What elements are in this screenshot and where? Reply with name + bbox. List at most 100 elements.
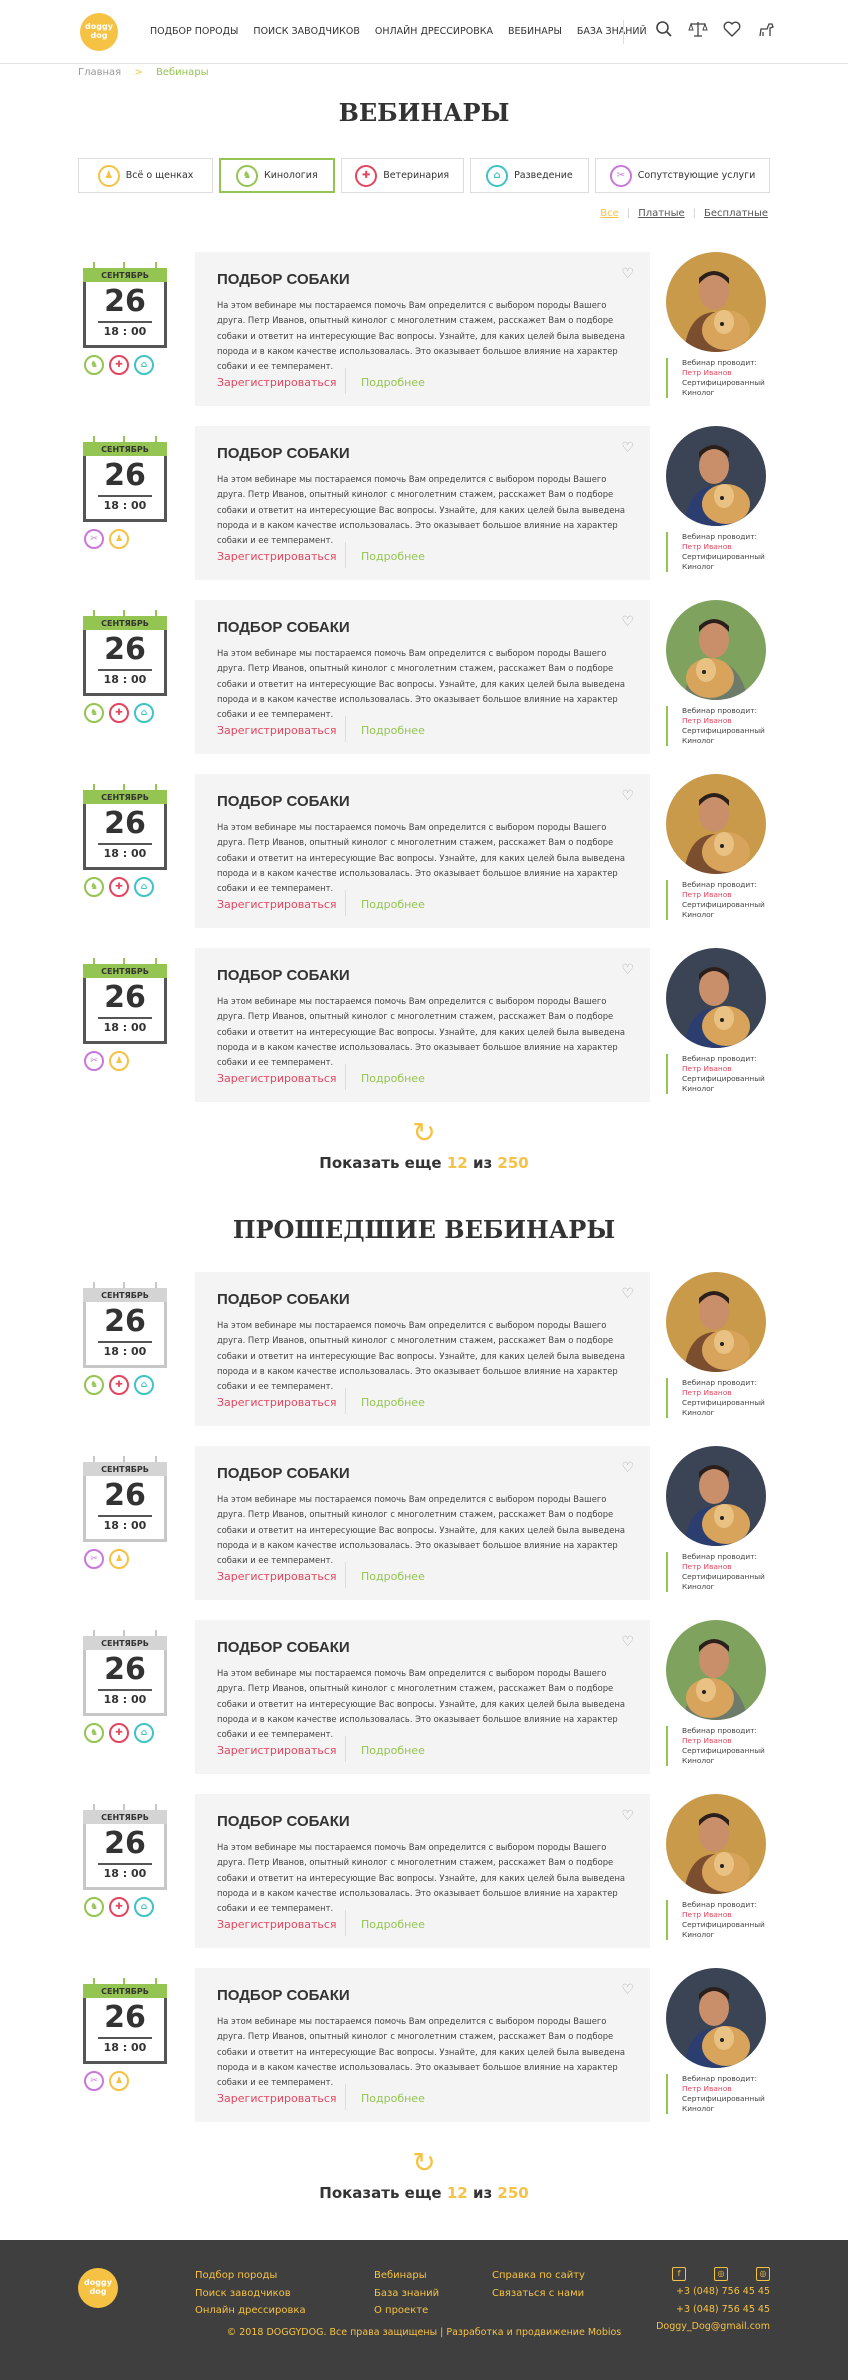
vet-icon[interactable]: ✚ — [109, 1375, 129, 1395]
webinar-title[interactable]: ПОДБОР СОБАКИ — [217, 1813, 350, 1830]
breeding-house-icon[interactable]: ⌂ — [134, 355, 154, 375]
footer-link[interactable]: Связаться с нами — [492, 2285, 585, 2303]
breeding-house-icon[interactable]: ⌂ — [134, 1897, 154, 1917]
dog-training-icon[interactable]: ♞ — [84, 1723, 104, 1743]
filter-free[interactable]: Бесплатные — [704, 208, 768, 219]
puppy-icon[interactable]: ♟ — [109, 1549, 129, 1569]
host-photo[interactable] — [666, 252, 766, 352]
vet-icon[interactable]: ✚ — [109, 355, 129, 375]
services-icon[interactable]: ✂ — [84, 529, 104, 549]
vet-icon[interactable]: ✚ — [109, 1897, 129, 1917]
breeding-house-icon[interactable]: ⌂ — [134, 703, 154, 723]
services-icon[interactable]: ✂ — [84, 1051, 104, 1071]
dog-training-icon[interactable]: ♞ — [84, 1897, 104, 1917]
favorite-heart-icon[interactable]: ♡ — [621, 1982, 634, 1998]
register-link[interactable]: Зарегистрироваться — [217, 1570, 337, 1583]
host-photo[interactable] — [666, 426, 766, 526]
filter-paid[interactable]: Платные — [638, 208, 684, 219]
breeding-house-icon[interactable]: ⌂ — [134, 1375, 154, 1395]
vet-icon[interactable]: ✚ — [109, 1723, 129, 1743]
register-link[interactable]: Зарегистрироваться — [217, 1072, 337, 1085]
host-name[interactable]: Петр Иванов — [682, 2084, 770, 2094]
webinar-title[interactable]: ПОДБОР СОБАКИ — [217, 967, 350, 984]
load-more-upcoming[interactable]: ↻ Показать еще 12 из 250 — [0, 1118, 848, 1173]
details-link[interactable]: Подробнее — [361, 550, 425, 563]
favorite-heart-icon[interactable]: ♡ — [621, 1808, 634, 1824]
details-link[interactable]: Подробнее — [361, 1072, 425, 1085]
footer-link[interactable]: Подбор породы — [195, 2267, 306, 2285]
instagram-icon[interactable]: ◎ — [756, 2267, 770, 2281]
host-name[interactable]: Петр Иванов — [682, 1736, 770, 1746]
register-link[interactable]: Зарегистрироваться — [217, 1918, 337, 1931]
footer-link[interactable]: База знаний — [374, 2285, 439, 2303]
site-logo[interactable]: doggy dog — [80, 13, 118, 51]
host-photo[interactable] — [666, 600, 766, 700]
host-photo[interactable] — [666, 774, 766, 874]
register-link[interactable]: Зарегистрироваться — [217, 550, 337, 563]
vet-icon[interactable]: ✚ — [109, 877, 129, 897]
details-link[interactable]: Подробнее — [361, 1570, 425, 1583]
register-link[interactable]: Зарегистрироваться — [217, 1744, 337, 1757]
webinar-title[interactable]: ПОДБОР СОБАКИ — [217, 271, 350, 288]
register-link[interactable]: Зарегистрироваться — [217, 1396, 337, 1409]
register-link[interactable]: Зарегистрироваться — [217, 2092, 337, 2105]
webinar-title[interactable]: ПОДБОР СОБАКИ — [217, 793, 350, 810]
host-photo[interactable] — [666, 1446, 766, 1546]
footer-link[interactable]: О проекте — [374, 2302, 439, 2320]
nav-item-breeder-search[interactable]: ПОИСК ЗАВОДЧИКОВ — [253, 26, 360, 37]
category-tab[interactable]: ⌂ Разведение — [469, 158, 590, 193]
services-icon[interactable]: ✂ — [84, 2071, 104, 2091]
footer-link[interactable]: Поиск заводчиков — [195, 2285, 306, 2303]
breeding-house-icon[interactable]: ⌂ — [134, 1723, 154, 1743]
favorite-heart-icon[interactable]: ♡ — [621, 266, 634, 282]
footer-link[interactable]: Справка по сайту — [492, 2267, 585, 2285]
details-link[interactable]: Подробнее — [361, 724, 425, 737]
instagram-icon[interactable]: ◎ — [714, 2267, 728, 2281]
nav-item-breed-selection[interactable]: ПОДБОР ПОРОДЫ — [150, 26, 238, 37]
footer-phone[interactable]: +3 (048) 756 45 45 — [656, 2301, 770, 2319]
category-tab[interactable]: ✂ Сопутствующие услуги — [595, 158, 771, 193]
webinar-title[interactable]: ПОДБОР СОБАКИ — [217, 1465, 350, 1482]
webinar-title[interactable]: ПОДБОР СОБАКИ — [217, 445, 350, 462]
dog-training-icon[interactable]: ♞ — [84, 703, 104, 723]
vet-icon[interactable]: ✚ — [109, 703, 129, 723]
scales-icon[interactable] — [684, 20, 712, 44]
host-name[interactable]: Петр Иванов — [682, 1064, 770, 1074]
favorite-heart-icon[interactable]: ♡ — [621, 1460, 634, 1476]
host-name[interactable]: Петр Иванов — [682, 542, 770, 552]
details-link[interactable]: Подробнее — [361, 2092, 425, 2105]
webinar-title[interactable]: ПОДБОР СОБАКИ — [217, 1639, 350, 1656]
host-name[interactable]: Петр Иванов — [682, 1388, 770, 1398]
nav-item-webinars[interactable]: ВЕБИНАРЫ — [508, 26, 562, 37]
host-name[interactable]: Петр Иванов — [682, 716, 770, 726]
heart-icon[interactable] — [718, 20, 746, 44]
footer-logo[interactable]: doggy dog — [78, 2268, 118, 2308]
favorite-heart-icon[interactable]: ♡ — [621, 440, 634, 456]
host-name[interactable]: Петр Иванов — [682, 1910, 770, 1920]
category-tab[interactable]: ✚ Ветеринария — [340, 158, 464, 193]
favorite-heart-icon[interactable]: ♡ — [621, 788, 634, 804]
host-name[interactable]: Петр Иванов — [682, 890, 770, 900]
host-photo[interactable] — [666, 1794, 766, 1894]
puppy-icon[interactable]: ♟ — [109, 529, 129, 549]
footer-phone[interactable]: +3 (048) 756 45 45 — [656, 2283, 770, 2301]
facebook-icon[interactable]: f — [672, 2267, 686, 2281]
register-link[interactable]: Зарегистрироваться — [217, 376, 337, 389]
dog-icon[interactable] — [752, 20, 780, 44]
breeding-house-icon[interactable]: ⌂ — [134, 877, 154, 897]
category-tab[interactable]: ♞ Кинология — [219, 158, 335, 193]
favorite-heart-icon[interactable]: ♡ — [621, 614, 634, 630]
puppy-icon[interactable]: ♟ — [109, 2071, 129, 2091]
nav-item-online-training[interactable]: ОНЛАЙН ДРЕССИРОВКА — [375, 26, 493, 37]
category-tab[interactable]: ♟ Всё о щенках — [78, 158, 214, 193]
favorite-heart-icon[interactable]: ♡ — [621, 1634, 634, 1650]
services-icon[interactable]: ✂ — [84, 1549, 104, 1569]
dog-training-icon[interactable]: ♞ — [84, 1375, 104, 1395]
load-more-past[interactable]: ↻ Показать еще 12 из 250 — [0, 2148, 848, 2203]
host-photo[interactable] — [666, 1968, 766, 2068]
breadcrumb-home[interactable]: Главная — [78, 67, 121, 78]
favorite-heart-icon[interactable]: ♡ — [621, 962, 634, 978]
details-link[interactable]: Подробнее — [361, 376, 425, 389]
webinar-title[interactable]: ПОДБОР СОБАКИ — [217, 1987, 350, 2004]
host-photo[interactable] — [666, 1272, 766, 1372]
